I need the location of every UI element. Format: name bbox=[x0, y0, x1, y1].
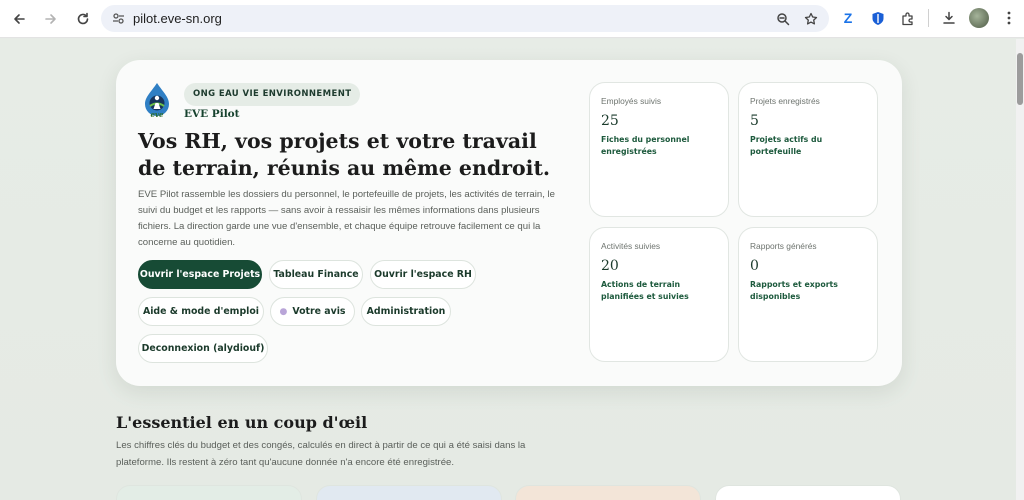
page-scrollbar[interactable] bbox=[1016, 39, 1024, 500]
stat-caption: Actions de terrain planifiées et suivies bbox=[601, 280, 689, 301]
summary-card-1 bbox=[116, 485, 302, 500]
feedback-label: Votre avis bbox=[292, 306, 346, 317]
kebab-menu-icon[interactable] bbox=[999, 8, 1019, 28]
stat-value: 20 bbox=[601, 258, 619, 274]
address-bar[interactable]: pilot.eve-sn.org bbox=[101, 5, 829, 32]
feedback-button[interactable]: ● Votre avis bbox=[270, 297, 355, 326]
stat-card-projects: Projets enregistrés 5 Projets actifs du … bbox=[738, 82, 878, 217]
forward-arrow-icon[interactable] bbox=[36, 4, 66, 34]
stat-value: 5 bbox=[750, 113, 759, 129]
stat-label: Employés suivis bbox=[601, 96, 662, 106]
open-hr-button[interactable]: Ouvrir l'espace RH bbox=[370, 260, 476, 289]
url-text[interactable]: pilot.eve-sn.org bbox=[133, 11, 222, 26]
administration-button[interactable]: Administration bbox=[361, 297, 451, 326]
stat-label: Activités suivies bbox=[601, 241, 661, 251]
hero-headline: Vos RH, vos projets et votre travail de … bbox=[138, 129, 551, 180]
stat-value: 0 bbox=[750, 258, 759, 274]
stat-value: 25 bbox=[601, 113, 619, 129]
site-settings-icon[interactable] bbox=[111, 12, 125, 26]
section-description: Les chiffres clés du budget et des congé… bbox=[116, 440, 526, 468]
hero-card: eve ONG EAU VIE ENVIRONNEMENT EVE Pilot … bbox=[116, 60, 902, 386]
eve-logo: eve bbox=[145, 83, 169, 118]
summary-card-2 bbox=[316, 485, 502, 500]
stat-label: Rapports générés bbox=[750, 241, 817, 251]
zotero-extension-icon[interactable]: Z bbox=[838, 8, 858, 28]
finance-dashboard-button[interactable]: Tableau Finance bbox=[269, 260, 363, 289]
profile-avatar[interactable] bbox=[969, 8, 989, 28]
scrollbar-thumb[interactable] bbox=[1017, 53, 1023, 105]
app-name: EVE Pilot bbox=[184, 108, 240, 120]
stat-label: Projets enregistrés bbox=[750, 96, 820, 106]
toolbar-divider bbox=[928, 9, 929, 27]
bitwarden-shield-icon[interactable] bbox=[868, 8, 888, 28]
stat-card-activities: Activités suivies 20 Actions de terrain … bbox=[589, 227, 729, 362]
help-button[interactable]: Aide & mode d'emploi bbox=[138, 297, 264, 326]
zoom-icon[interactable] bbox=[773, 9, 793, 29]
hero-description: EVE Pilot rassemble les dossiers du pers… bbox=[138, 189, 556, 248]
chat-bubble-icon: ● bbox=[279, 306, 288, 317]
download-icon[interactable] bbox=[939, 8, 959, 28]
browser-toolbar: pilot.eve-sn.org Z bbox=[0, 0, 1024, 38]
logout-button[interactable]: Deconnexion (alydiouf) bbox=[138, 334, 268, 363]
extensions-puzzle-icon[interactable] bbox=[898, 8, 918, 28]
section-title: L'essentiel en un coup d'œil bbox=[116, 413, 368, 432]
back-arrow-icon[interactable] bbox=[4, 4, 34, 34]
stat-card-reports: Rapports générés 0 Rapports et exports d… bbox=[738, 227, 878, 362]
stat-caption: Rapports et exports disponibles bbox=[750, 280, 838, 301]
org-badge: ONG EAU VIE ENVIRONNEMENT bbox=[184, 83, 361, 106]
page-content: eve ONG EAU VIE ENVIRONNEMENT EVE Pilot … bbox=[0, 39, 1016, 500]
stat-caption: Fiches du personnel enregistrées bbox=[601, 135, 690, 156]
svg-text:eve: eve bbox=[151, 110, 165, 118]
summary-card-3 bbox=[515, 485, 701, 500]
open-projects-button[interactable]: Ouvrir l'espace Projets bbox=[138, 260, 262, 289]
stat-caption: Projets actifs du portefeuille bbox=[750, 135, 823, 156]
bookmark-star-icon[interactable] bbox=[801, 9, 821, 29]
reload-icon[interactable] bbox=[68, 4, 98, 34]
stat-card-employees: Employés suivis 25 Fiches du personnel e… bbox=[589, 82, 729, 217]
summary-card-4 bbox=[715, 485, 901, 500]
